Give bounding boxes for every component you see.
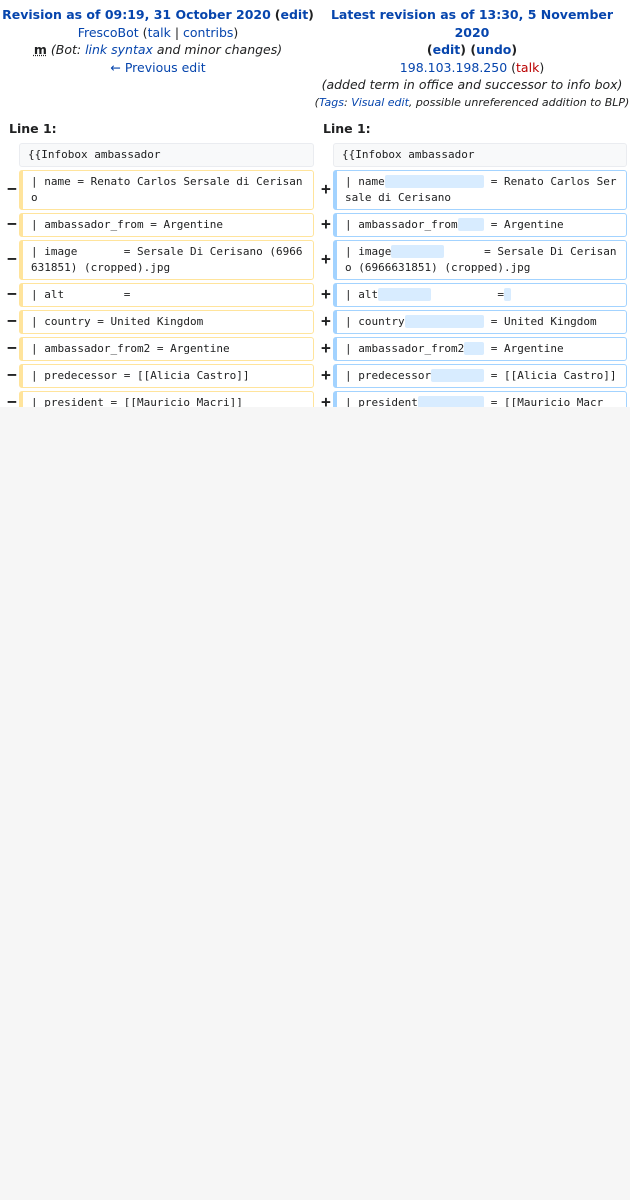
tags-link[interactable]: Tags	[319, 96, 344, 109]
added-line-marker: +	[321, 249, 331, 268]
inserted-whitespace	[404, 315, 485, 328]
added-line-cell: | alt =	[333, 283, 627, 307]
previous-edit-link[interactable]: ← Previous edit	[110, 60, 205, 75]
old-revision-header: Revision as of 09:19, 31 October 2020 (e…	[0, 6, 316, 76]
deleted-line-cell: | ambassador_from = Argentine	[19, 213, 314, 237]
context-right-cell: {{Infobox ambassador	[333, 143, 627, 167]
new-revision-actions-line: (edit) (undo)	[426, 42, 518, 57]
added-line-cell: | president = [[Mauricio Macri]]	[333, 391, 627, 407]
new-user-link[interactable]: 198.103.198.250	[400, 60, 507, 75]
deleted-line-cell: | president = [[Mauricio Macri]]	[19, 391, 314, 407]
new-revision-title-line: Latest revision as of 13:30, 5 November …	[314, 6, 630, 41]
inserted-whitespace	[464, 342, 485, 355]
inserted-whitespace	[503, 288, 511, 301]
old-revision-title-line: Revision as of 09:19, 31 October 2020 (e…	[2, 7, 314, 22]
new-revision-header: Latest revision as of 13:30, 5 November …	[314, 6, 630, 111]
new-revision-link[interactable]: Latest revision as of 13:30, 5 November …	[331, 7, 613, 40]
new-edit-link[interactable]: edit	[433, 42, 461, 57]
deleted-line-marker: −	[7, 179, 17, 198]
right-line-number: Line 1:	[323, 121, 371, 136]
deleted-line-cell: | name = Renato Carlos Sersale di Cerisa…	[19, 170, 314, 210]
deleted-line-marker: −	[7, 365, 17, 384]
deleted-line-marker: −	[7, 284, 17, 303]
deleted-line-marker: −	[7, 249, 17, 268]
inserted-whitespace	[391, 245, 445, 258]
new-user-talk-link[interactable]: talk	[516, 60, 539, 75]
deleted-line-marker: −	[7, 392, 17, 407]
deleted-line-cell: | predecessor = [[Alicia Castro]]	[19, 364, 314, 388]
old-edit-link[interactable]: edit	[280, 7, 308, 22]
inserted-whitespace	[384, 175, 485, 188]
added-line-marker: +	[321, 179, 331, 198]
added-line-marker: +	[321, 338, 331, 357]
previous-edit-line: ← Previous edit	[0, 59, 316, 77]
added-line-cell: | ambassador_from2 = Argentine	[333, 337, 627, 361]
deleted-line-cell: | country = United Kingdom	[19, 310, 314, 334]
added-line-marker: +	[321, 284, 331, 303]
added-line-marker: +	[321, 365, 331, 384]
diff-page: Revision as of 09:19, 31 October 2020 (e…	[0, 0, 630, 407]
added-line-cell: | predecessor = [[Alicia Castro]]	[333, 364, 627, 388]
tags-line: (Tags: Visual edit, possible unreference…	[314, 95, 630, 109]
added-line-marker: +	[321, 311, 331, 330]
tag-visual-edit-link[interactable]: Visual edit	[351, 96, 409, 109]
left-line-number: Line 1:	[9, 121, 57, 136]
deleted-line-cell: | image = Sersale Di Cerisano (696663185…	[19, 240, 314, 280]
inserted-whitespace	[457, 218, 485, 231]
old-user-link[interactable]: FrescoBot	[78, 25, 139, 40]
old-user-talk-link[interactable]: talk	[148, 25, 171, 40]
inserted-whitespace	[417, 396, 485, 407]
old-summary-link[interactable]: link syntax	[85, 42, 153, 57]
minor-edit-mark: m	[33, 42, 47, 57]
added-line-cell: | image = Sersale Di Cerisano (696663185…	[333, 240, 627, 280]
added-line-cell: | ambassador_from = Argentine	[333, 213, 627, 237]
added-line-marker: +	[321, 214, 331, 233]
old-summary-line: m (Bot: link syntax and minor changes)	[0, 41, 316, 59]
undo-link[interactable]: undo	[476, 42, 511, 57]
added-line-cell: | name = Renato Carlos Sersale di Cerisa…	[333, 170, 627, 210]
added-line-marker: +	[321, 392, 331, 407]
deleted-line-marker: −	[7, 338, 17, 357]
deleted-line-marker: −	[7, 214, 17, 233]
old-user-line: FrescoBot (talk | contribs)	[77, 24, 239, 40]
added-line-cell: | country = United Kingdom	[333, 310, 627, 334]
inserted-whitespace	[378, 288, 432, 301]
old-revision-link[interactable]: Revision as of 09:19, 31 October 2020	[2, 7, 271, 22]
new-summary: (added term in office and successor to i…	[321, 77, 623, 92]
context-left-cell: {{Infobox ambassador	[19, 143, 314, 167]
deleted-line-marker: −	[7, 311, 17, 330]
old-summary-suffix: and minor changes)	[152, 42, 283, 57]
deleted-line-cell: | alt =	[19, 283, 314, 307]
old-summary-prefix: (Bot:	[50, 42, 86, 57]
inserted-whitespace	[431, 369, 485, 382]
old-user-contribs-link[interactable]: contribs	[183, 25, 233, 40]
deleted-line-cell: | ambassador_from2 = Argentine	[19, 337, 314, 361]
new-user-line: 198.103.198.250 (talk)	[399, 59, 545, 75]
